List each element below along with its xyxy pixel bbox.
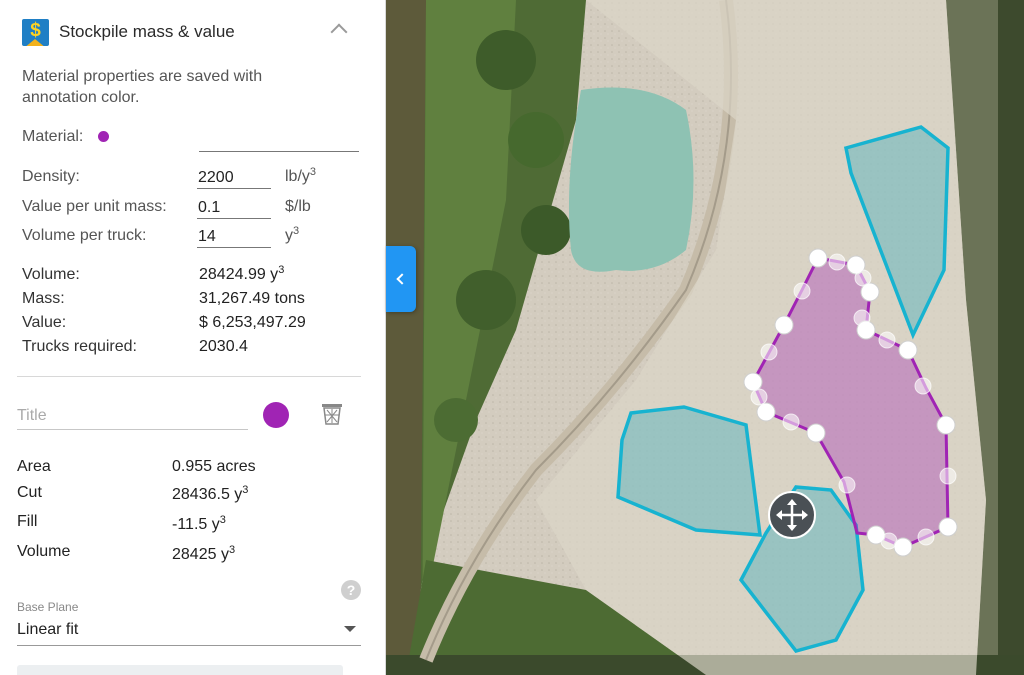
- stat-volume-value: 28425 y3: [172, 544, 236, 564]
- density-unit: lb/y3: [285, 166, 317, 186]
- help-icon[interactable]: ?: [341, 580, 361, 600]
- value-per-mass-input[interactable]: [197, 197, 271, 219]
- chevron-up-icon[interactable]: [330, 23, 348, 41]
- chevron-left-icon: [396, 273, 408, 285]
- stat-fill-label: Fill: [17, 513, 38, 530]
- move-arrows-icon: [768, 491, 816, 539]
- volume-per-truck-unit: y3: [285, 225, 300, 245]
- value-per-mass-label: Value per unit mass:: [22, 198, 167, 215]
- panel-title: Stockpile mass & value: [59, 22, 235, 41]
- dropdown-arrow-icon: [344, 626, 356, 632]
- stat-cut-value: 28436.5 y3: [172, 484, 249, 504]
- result-value-label: Value:: [22, 314, 67, 331]
- volume-per-truck-label: Volume per truck:: [22, 227, 147, 244]
- base-plane-caption: Base Plane: [17, 600, 79, 614]
- base-plane-value: Linear fit: [17, 621, 79, 638]
- panel-toggle-button[interactable]: [386, 246, 416, 312]
- material-color-dot: [98, 131, 109, 142]
- material-label: Material:: [22, 128, 84, 145]
- base-plane-select[interactable]: Linear fit: [17, 616, 361, 646]
- density-label: Density:: [22, 168, 80, 185]
- panel-description: Material properties are saved with annot…: [22, 68, 263, 106]
- panel-header[interactable]: $ Stockpile mass & value: [0, 0, 385, 64]
- result-trucks-label: Trucks required:: [22, 338, 137, 355]
- annotation-color-button[interactable]: [263, 402, 289, 428]
- stockpile-dollar-icon: $: [22, 19, 49, 46]
- trash-icon[interactable]: [320, 402, 344, 426]
- stockpile-panel: $ Stockpile mass & value Material proper…: [0, 0, 386, 675]
- result-mass-label: Mass:: [22, 290, 65, 307]
- result-volume-label: Volume:: [22, 266, 80, 283]
- density-input[interactable]: [197, 167, 271, 189]
- stat-fill-value: -11.5 y3: [172, 514, 226, 534]
- pond: [568, 87, 694, 272]
- aerial-map[interactable]: [386, 0, 1024, 675]
- section-divider: [17, 376, 361, 377]
- stat-volume-label: Volume: [17, 543, 71, 560]
- stat-area-label: Area: [17, 458, 51, 475]
- value-per-mass-unit: $/lb: [285, 198, 311, 215]
- annotation-title-input[interactable]: [17, 403, 248, 430]
- result-value-value: $ 6,253,497.29: [199, 314, 306, 331]
- result-trucks-value: 2030.4: [199, 338, 248, 355]
- stat-area-value: 0.955 acres: [172, 458, 256, 475]
- map-canvas: [386, 0, 1024, 675]
- material-field[interactable]: [199, 131, 359, 152]
- bottom-button[interactable]: [17, 665, 343, 675]
- result-mass-value: 31,267.49 tons: [199, 290, 305, 307]
- volume-per-truck-input[interactable]: [197, 226, 271, 248]
- result-volume-value: 28424.99 y3: [199, 264, 285, 284]
- stat-cut-label: Cut: [17, 484, 42, 501]
